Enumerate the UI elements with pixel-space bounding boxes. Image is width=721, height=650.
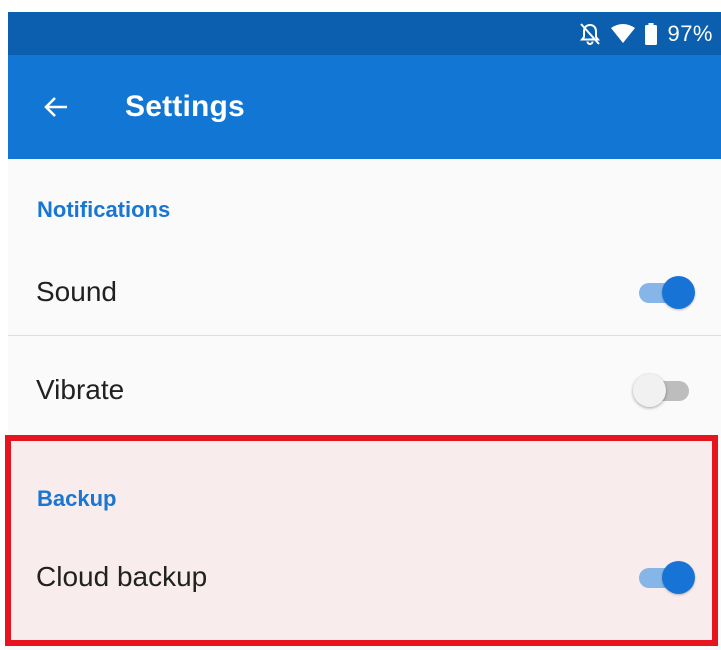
vibrate-toggle[interactable] [633,372,695,408]
divider [8,335,721,336]
section-header-notifications: Notifications [37,197,171,222]
toggle-thumb [633,374,666,407]
toggle-thumb [662,276,695,309]
app-bar: Settings [8,55,721,159]
sound-toggle[interactable] [633,274,695,310]
screen: 97% Settings Notifications Sound Vibrate [0,0,721,650]
setting-label-cloud-backup: Cloud backup [36,561,208,592]
status-bar: 97% [8,12,721,55]
section-header-backup: Backup [37,486,117,511]
backup-section-highlight: Backup Cloud backup [5,435,718,646]
setting-label-sound: Sound [36,276,117,307]
arrow-back-icon [44,97,67,117]
page-title: Settings [125,90,245,123]
notifications-off-icon [579,22,601,46]
wifi-icon [611,23,636,44]
setting-row-vibrate[interactable]: Vibrate [8,352,721,428]
toggle-thumb [662,561,695,594]
back-button[interactable] [20,71,92,143]
setting-row-sound[interactable]: Sound [8,254,721,330]
setting-label-vibrate: Vibrate [36,374,125,405]
cloud-backup-toggle[interactable] [633,559,695,595]
battery-percent: 97% [667,20,713,46]
setting-row-cloud-backup[interactable]: Cloud backup [11,539,712,615]
battery-icon [645,22,658,45]
